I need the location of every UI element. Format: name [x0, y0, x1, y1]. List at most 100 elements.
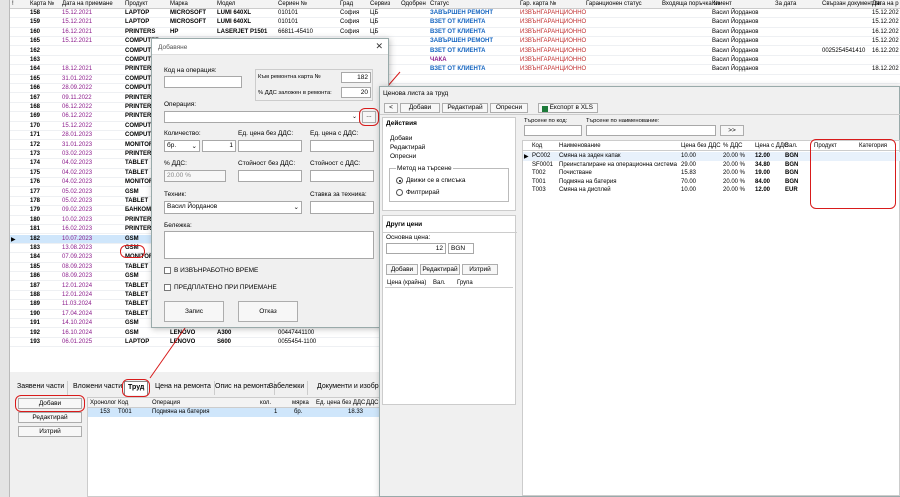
- prepaid-label: ПРЕДПЛАТЕНО ПРИ ПРИЕМАНЕ: [174, 284, 277, 291]
- vat-pct-field: 20.00 %: [164, 170, 226, 182]
- base-price-label: Основна цена:: [386, 234, 431, 241]
- price-add-button[interactable]: Добави: [386, 264, 418, 275]
- save-button[interactable]: Запис: [164, 301, 224, 322]
- search-name-input[interactable]: [586, 125, 716, 136]
- radio-move-list[interactable]: [396, 177, 403, 184]
- actions-panel: Действия Добави Редактирай Опресни Метод…: [382, 117, 516, 211]
- price-cell: 12.00: [755, 153, 771, 159]
- tech-value: Васил Йорданов: [167, 203, 218, 210]
- price-cell: PC002: [532, 153, 551, 159]
- total-vat-field: [310, 170, 374, 182]
- export-label: Експорт в XLS: [549, 104, 593, 111]
- tech-rate-input[interactable]: [310, 201, 374, 214]
- total-no-vat-label: Стойност без ДДС:: [238, 160, 296, 167]
- search-code-input[interactable]: [524, 125, 582, 136]
- note-textarea[interactable]: [164, 231, 374, 259]
- price-cell: T002: [532, 170, 546, 177]
- vat-label: % ДДС заложен в ремонта:: [258, 90, 332, 96]
- price-cell: BGN: [785, 170, 799, 177]
- price-cell: 10.00: [681, 153, 697, 159]
- chevron-down-icon: ⌄: [293, 204, 299, 211]
- vat-pct-label: % ДДС:: [164, 160, 187, 167]
- toolbar-export-button[interactable]: Експорт в XLS: [538, 103, 598, 113]
- action-edit[interactable]: Редактирай: [390, 144, 425, 151]
- other-prices-title: Други цени: [386, 221, 423, 228]
- highlight-product-category-columns: [810, 139, 896, 209]
- labor-price-list-dialog: Ценова листа за труд < Добави Редактирай…: [379, 86, 900, 497]
- price-col-header[interactable]: Код: [532, 143, 542, 149]
- actions-title: Действия: [386, 120, 417, 127]
- price-cell: 70.00: [681, 178, 697, 185]
- prepaid-checkbox[interactable]: [164, 284, 171, 291]
- price-no-vat-label: Ед. цена без ДДС:: [238, 130, 294, 137]
- price-col-header[interactable]: Наименование: [559, 143, 601, 149]
- quantity-input[interactable]: 1: [202, 140, 236, 152]
- card-number-field: 182: [341, 72, 371, 83]
- toolbar-add-button[interactable]: Добави: [400, 103, 440, 113]
- col-currency: Вал.: [433, 280, 446, 286]
- price-edit-button[interactable]: Редактирай: [420, 264, 460, 275]
- tech-rate-label: Ставка за техника:: [310, 191, 367, 198]
- price-vat-label: Ед. цена с ДДС:: [310, 130, 359, 137]
- highlight-lookup-button: [359, 108, 379, 126]
- unit-select[interactable]: бр. ⌄: [164, 140, 200, 152]
- price-cell: 20.00 %: [723, 153, 746, 159]
- dialog-titlebar: Добавяне ✕: [152, 39, 388, 55]
- price-cell: BGN: [785, 178, 799, 185]
- price-delete-button[interactable]: Изтрий: [462, 264, 498, 275]
- price-cell: T001: [532, 178, 546, 185]
- price-cell: Подмяна на батерия: [559, 178, 617, 185]
- vat-field: 20: [341, 87, 371, 98]
- op-code-label: Код на операция:: [164, 67, 217, 74]
- price-vat-input[interactable]: [310, 140, 374, 152]
- price-cell: 10.00: [681, 187, 697, 194]
- radio-filter[interactable]: [396, 189, 403, 196]
- action-add[interactable]: Добави: [390, 135, 412, 142]
- row-pointer-icon: ▶: [524, 154, 529, 160]
- close-icon[interactable]: ✕: [375, 41, 383, 52]
- operation-select[interactable]: ⌄: [164, 111, 360, 123]
- price-cell: 20.00 %: [723, 178, 746, 185]
- search-go-button[interactable]: >>: [720, 125, 744, 136]
- overtime-label: В ИЗВЪНРАБОТНО ВРЕМЕ: [174, 267, 259, 274]
- filter-label: Филтрирай: [406, 189, 440, 196]
- operation-label: Операция:: [164, 101, 197, 108]
- chevron-down-icon: ⌄: [191, 143, 197, 150]
- price-cell: 20.00 %: [723, 187, 746, 194]
- base-price-field[interactable]: 12: [386, 243, 446, 254]
- total-no-vat-field: [238, 170, 302, 182]
- action-refresh[interactable]: Опресни: [390, 153, 416, 160]
- dialog-title: Добавяне: [158, 44, 188, 51]
- price-col-header[interactable]: % ДДС: [723, 143, 742, 149]
- price-cell: T003: [532, 187, 546, 194]
- prices-table-header: Цена (крайна) Вал. Група: [385, 278, 513, 288]
- toolbar-edit-button[interactable]: Редактирай: [442, 103, 488, 113]
- price-cell: 29.00: [681, 161, 697, 168]
- price-cell: 34.80: [755, 161, 771, 168]
- currency-field[interactable]: BGN: [448, 243, 474, 254]
- search-method-group: Метод на търсене Движи се в списъка Филт…: [389, 165, 509, 202]
- move-list-label: Движи се в списъка: [406, 177, 466, 184]
- col-final-price: Цена (крайна): [387, 280, 427, 286]
- excel-icon: [542, 106, 548, 112]
- price-col-header[interactable]: Цена без ДДС: [681, 143, 721, 149]
- price-no-vat-input[interactable]: [238, 140, 302, 152]
- tech-select[interactable]: Васил Йорданов ⌄: [164, 201, 302, 214]
- qty-label: Количество:: [164, 130, 201, 137]
- price-cell: 20.00 %: [723, 170, 746, 177]
- toolbar: < Добави Редактирай Опресни Експорт в XL…: [380, 101, 900, 115]
- back-button[interactable]: <: [384, 103, 398, 113]
- toolbar-refresh-button[interactable]: Опресни: [490, 103, 528, 113]
- search-method-label: Метод на търсене: [396, 165, 453, 172]
- price-col-header[interactable]: Цена с ДДС: [755, 143, 788, 149]
- op-code-input[interactable]: [164, 76, 242, 88]
- price-cell: BGN: [785, 153, 799, 159]
- col-group: Група: [457, 280, 473, 286]
- price-col-header[interactable]: Вал.: [785, 143, 798, 149]
- cancel-button[interactable]: Отказ: [238, 301, 298, 322]
- price-cell: 84.00: [755, 178, 771, 185]
- overtime-checkbox[interactable]: [164, 267, 171, 274]
- dialog-titlebar: Ценова листа за труд: [380, 87, 899, 99]
- price-cell: 19.00: [755, 170, 771, 177]
- price-cell: Смяна на дисплей: [559, 187, 611, 194]
